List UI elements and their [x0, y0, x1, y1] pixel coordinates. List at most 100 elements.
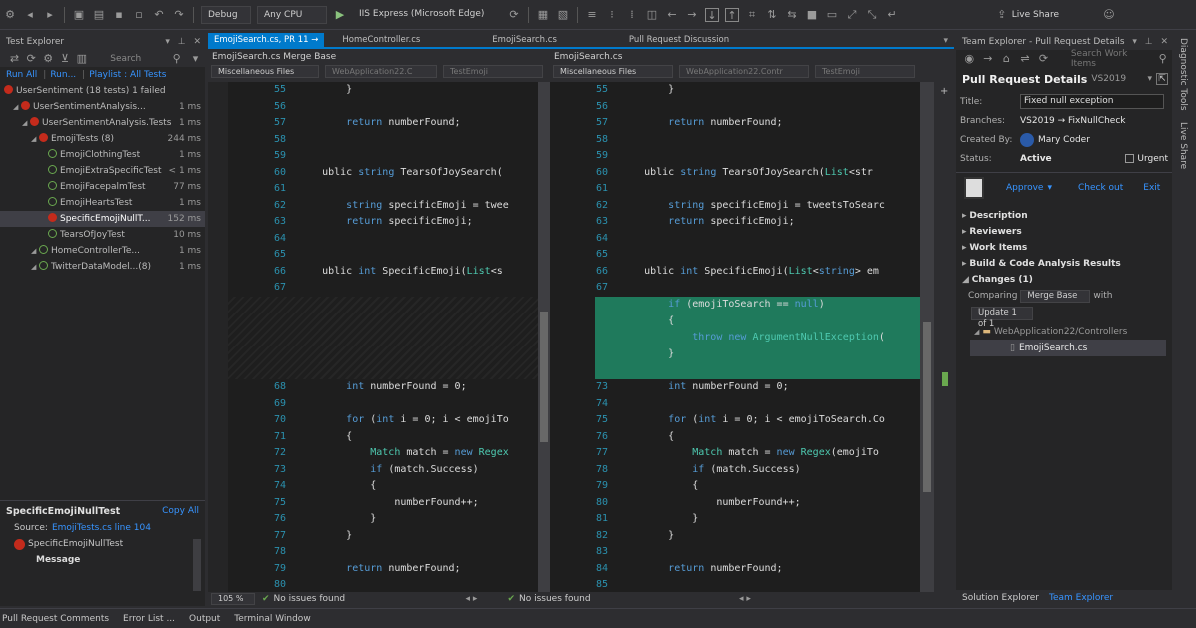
- arrow-right-icon[interactable]: →: [685, 8, 699, 22]
- code-line[interactable]: }: [595, 346, 934, 363]
- left-class-select[interactable]: WebApplication22.C: [325, 64, 437, 78]
- test-tree-row[interactable]: ◢ HomeControllerTe... 1 ms: [0, 243, 205, 259]
- right-code-pane[interactable]: 5556575859606162636465666768697071727374…: [550, 82, 934, 592]
- code-line[interactable]: [620, 148, 920, 165]
- swap-icon[interactable]: ⇆: [785, 8, 799, 22]
- popout-icon[interactable]: ⇱: [1156, 73, 1168, 85]
- play-icon[interactable]: ▶: [333, 8, 347, 22]
- code-line[interactable]: [620, 247, 920, 264]
- code-line[interactable]: [228, 313, 550, 330]
- pr-section-header[interactable]: ▸ Build & Code Analysis Results: [962, 256, 1166, 272]
- code-line[interactable]: [228, 329, 550, 346]
- pr-section-header[interactable]: ◢ Changes (1): [962, 272, 1166, 288]
- code-line[interactable]: [298, 231, 550, 248]
- right-class-select[interactable]: WebApplication22.Contr: [679, 64, 809, 78]
- exit-link[interactable]: Exit: [1143, 183, 1160, 193]
- arrow-left-icon[interactable]: ←: [665, 8, 679, 22]
- run-all-link[interactable]: Run All: [6, 70, 37, 80]
- comparing-select[interactable]: Merge Base: [1020, 289, 1091, 303]
- right-scope-select[interactable]: Miscellaneous Files: [553, 64, 673, 78]
- left-code-pane[interactable]: 55 56 57 58 59 60 61 62 63 64 65 66 67 68 69 70 71 72 73 74…: [228, 82, 550, 592]
- bottom-tool-tab[interactable]: Pull Request Comments: [2, 614, 109, 624]
- code-line[interactable]: return numberFound;: [620, 115, 920, 132]
- home-icon[interactable]: ⌂: [1000, 52, 1013, 66]
- left-hscroll[interactable]: ◂ ▸: [466, 594, 478, 604]
- code-line[interactable]: }: [298, 528, 550, 545]
- pr-title-input[interactable]: Fixed null exception: [1020, 94, 1164, 109]
- code-line[interactable]: [298, 99, 550, 116]
- undo-icon[interactable]: ↶: [152, 8, 166, 22]
- code-line[interactable]: string specificEmoji = twee: [298, 198, 550, 215]
- code-line[interactable]: return numberFound;: [298, 115, 550, 132]
- search-icon[interactable]: ⚲: [1156, 52, 1169, 66]
- left-scroll-thumb[interactable]: [540, 312, 548, 442]
- run-target-button[interactable]: IIS Express (Microsoft Edge): [353, 6, 501, 24]
- diff-overview-margin[interactable]: +: [934, 82, 954, 592]
- settings-icon[interactable]: ⚙: [42, 52, 55, 66]
- left-vertical-scrollbar[interactable]: [538, 82, 550, 592]
- update-select[interactable]: Update 1 of 1: [971, 306, 1033, 329]
- search-options-icon[interactable]: ▾: [189, 52, 202, 66]
- redo-icon[interactable]: ↷: [172, 8, 186, 22]
- code-line[interactable]: {: [298, 478, 550, 495]
- dropdown-icon[interactable]: ▾: [165, 37, 170, 47]
- code-line[interactable]: string specificEmoji = tweetsToSearc: [620, 198, 920, 215]
- expand-icon[interactable]: ◢: [962, 275, 972, 285]
- code-line[interactable]: ublic string TearsOfJoySearch(List<str: [620, 165, 920, 182]
- run-link[interactable]: Run...: [50, 70, 76, 80]
- pin-icon[interactable]: ⊥: [178, 37, 186, 47]
- code-line[interactable]: return specificEmoji;: [298, 214, 550, 231]
- source-link[interactable]: EmojiTests.cs line 104: [52, 523, 151, 533]
- dropdown-icon[interactable]: ▾: [1132, 37, 1137, 47]
- test-tree-row[interactable]: SpecificEmojiNullT... 152 ms: [0, 211, 205, 227]
- test-tree-row[interactable]: EmojiHeartsTest 1 ms: [0, 195, 205, 211]
- code-line[interactable]: [298, 247, 550, 264]
- platform-select[interactable]: Any CPU: [257, 5, 327, 24]
- code-line[interactable]: {: [620, 478, 920, 495]
- save-icon[interactable]: ▪: [112, 8, 126, 22]
- close-icon[interactable]: ✕: [1160, 37, 1168, 47]
- right-member-select[interactable]: TestEmoji: [815, 64, 915, 78]
- editor-tab[interactable]: EmojiSearch.cs, PR 11 →: [208, 33, 325, 48]
- code-line[interactable]: ublic string TearsOfJoySearch(: [298, 165, 550, 182]
- tab-list-icon[interactable]: ▾: [943, 36, 948, 46]
- page-icon[interactable]: ▭: [825, 8, 839, 22]
- test-tree-row[interactable]: TearsOfJoyTest 10 ms: [0, 227, 205, 243]
- code-line[interactable]: [298, 577, 550, 592]
- code-line[interactable]: for (int i = 0; i < emojiTo: [298, 412, 550, 429]
- work-item-search-input[interactable]: Search Work Items: [1071, 49, 1154, 69]
- test-tree-row[interactable]: ◢ UserSentimentAnalysis.Tests 1 ms: [0, 115, 205, 131]
- code-line[interactable]: }: [298, 82, 550, 99]
- bottom-tool-tab[interactable]: Terminal Window: [234, 614, 310, 624]
- test-tree-row[interactable]: ◢ TwitterDataModel...(8) 1 ms: [0, 259, 205, 275]
- uncomment-icon[interactable]: ⁞: [625, 8, 639, 22]
- group-icon[interactable]: ⇄: [8, 52, 21, 66]
- code-line[interactable]: [595, 362, 934, 379]
- diff-options-icon[interactable]: ⌗: [745, 8, 759, 22]
- stop-icon[interactable]: ■: [805, 8, 819, 22]
- right-hscroll[interactable]: ◂ ▸: [739, 594, 751, 604]
- approve-button[interactable]: Approve: [1006, 183, 1043, 193]
- left-scope-select[interactable]: Miscellaneous Files: [211, 64, 319, 78]
- expand-icon[interactable]: ◢: [31, 259, 39, 275]
- code-line[interactable]: for (int i = 0; i < emojiToSearch.Co: [620, 412, 920, 429]
- code-line[interactable]: ublic int SpecificEmoji(List<string> em: [620, 264, 920, 281]
- step-up-icon[interactable]: ↑: [725, 7, 739, 22]
- expand-icon[interactable]: ◢: [974, 328, 979, 336]
- copy-all-link[interactable]: Copy All: [162, 506, 199, 516]
- test-tree-row[interactable]: EmojiClothingTest 1 ms: [0, 147, 205, 163]
- wrap-icon[interactable]: ↵: [885, 8, 899, 22]
- code-line[interactable]: [620, 544, 920, 561]
- code-line[interactable]: throw new ArgumentNullException(: [595, 329, 934, 346]
- refresh-icon[interactable]: ⟳: [1037, 52, 1050, 66]
- test-search-input[interactable]: Search: [110, 54, 167, 64]
- collapse-icon[interactable]: ⤡: [865, 8, 879, 22]
- code-line[interactable]: int numberFound = 0;: [620, 379, 920, 396]
- bottom-tool-tab[interactable]: Output: [189, 614, 220, 624]
- code-line[interactable]: [228, 362, 550, 379]
- expand-icon[interactable]: ◢: [31, 131, 39, 147]
- refresh-icon[interactable]: ⟳: [25, 52, 38, 66]
- refresh-icon[interactable]: ⟳: [507, 8, 521, 22]
- expand-icon[interactable]: ◢: [22, 115, 30, 131]
- code-line[interactable]: }: [298, 511, 550, 528]
